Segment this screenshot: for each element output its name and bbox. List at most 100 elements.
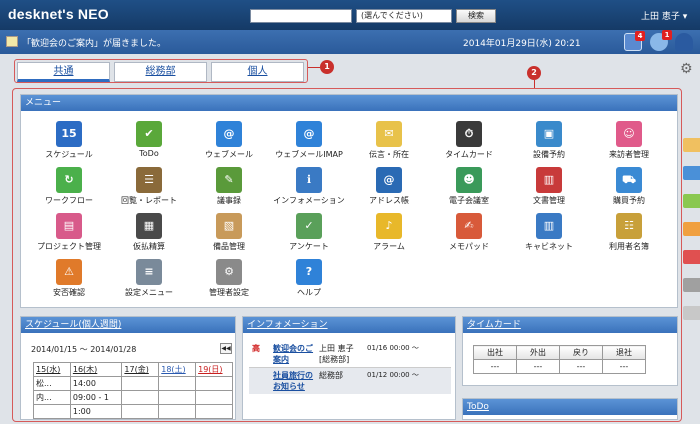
user-menu[interactable]: 上田 恵子 ▾ <box>641 9 687 22</box>
search-input[interactable] <box>250 9 352 23</box>
tab-common[interactable]: 共通 <box>17 62 110 82</box>
report-icon: ☰ <box>136 167 162 193</box>
menu-item[interactable]: ♪ アラーム <box>347 213 431 252</box>
schedule-cell[interactable]: 内... <box>33 390 71 405</box>
menu-item[interactable]: ☺ 来訪者管理 <box>587 121 671 160</box>
menu-item[interactable]: ⚙ 管理者設定 <box>187 259 271 298</box>
go-out-time: --- <box>516 359 560 374</box>
tab-general-affairs[interactable]: 総務部 <box>114 62 207 82</box>
gear-icon[interactable]: ⚙ <box>680 61 693 77</box>
clock-in-button[interactable]: 出社 <box>473 345 517 360</box>
menu-item[interactable]: ✔ ToDo <box>107 121 191 158</box>
return-time: --- <box>559 359 603 374</box>
schedule-cell[interactable] <box>158 376 197 391</box>
day-header[interactable]: 19(日) <box>195 362 233 377</box>
menu-item[interactable]: ↻ ワークフロー <box>27 167 111 206</box>
menu-item[interactable]: ▥ キャビネット <box>507 213 591 252</box>
go-out-button[interactable]: 外出 <box>516 345 560 360</box>
search-scope-select[interactable]: (選んでください) <box>356 9 452 23</box>
schedule-cell[interactable] <box>121 390 160 405</box>
information-item-title[interactable]: 歓迎会のご案内 <box>270 341 316 368</box>
menu-item[interactable]: ☰ 回覧・レポート <box>107 167 191 206</box>
menu-item[interactable]: ✎ 議事録 <box>187 167 271 206</box>
notification-badge: 4 <box>635 31 645 41</box>
todo-title[interactable]: ToDo <box>463 399 677 415</box>
chat-icon[interactable]: 1 <box>650 30 672 51</box>
menu-item[interactable]: ▤ プロジェクト管理 <box>27 213 111 252</box>
menu-item[interactable]: 15 スケジュール <box>27 121 111 160</box>
menu-item[interactable]: ▦ 仮払精算 <box>107 213 191 252</box>
tab-personal[interactable]: 個人 <box>211 62 304 82</box>
menu-item[interactable]: ⛟ 購買予約 <box>587 167 671 206</box>
menu-item-label: 電子会議室 <box>449 196 489 205</box>
schedule-cell[interactable]: 松... <box>33 376 71 391</box>
timecard-title[interactable]: タイムカード <box>463 317 677 333</box>
menu-item[interactable]: ℹ インフォメーション <box>267 167 351 206</box>
menu-item[interactable]: @ ウェブメールIMAP <box>267 121 351 160</box>
day-header[interactable]: 18(土) <box>158 362 197 377</box>
search-button[interactable]: 検索 <box>456 9 496 23</box>
schedule-prev-button[interactable]: ◀◀ <box>220 343 232 354</box>
menu-item-label: ワークフロー <box>45 196 93 205</box>
menu-item[interactable]: ? ヘルプ <box>267 259 351 298</box>
side-shortcut[interactable] <box>683 166 700 180</box>
menu-item[interactable]: ☷ 利用者名簿 <box>587 213 671 252</box>
menu-item-label: アドレス帳 <box>369 196 409 205</box>
schedule-cell[interactable] <box>33 404 71 419</box>
priority-badge <box>249 368 270 395</box>
side-shortcut[interactable] <box>683 138 700 152</box>
side-shortcut[interactable] <box>683 250 700 264</box>
day-header[interactable]: 16(木) <box>69 362 123 377</box>
schedule-cell[interactable] <box>158 404 197 419</box>
day-header[interactable]: 17(金) <box>121 362 160 377</box>
menu-item[interactable]: ▣ 設備予約 <box>507 121 591 160</box>
menu-item[interactable]: ▧ 備品管理 <box>187 213 271 252</box>
side-shortcut[interactable] <box>683 278 700 292</box>
menu-item[interactable]: ▥ 文書管理 <box>507 167 591 206</box>
menu-item[interactable]: @ ウェブメール <box>187 121 271 160</box>
schedule-cell[interactable]: 1:00 <box>69 404 123 419</box>
schedule-cell[interactable] <box>195 390 233 405</box>
schedule-cell[interactable]: 09:00 - 1 <box>69 390 123 405</box>
schedule-cell[interactable] <box>121 404 160 419</box>
clock-out-button[interactable]: 退社 <box>602 345 646 360</box>
side-shortcut[interactable] <box>683 222 700 236</box>
menu-item[interactable]: ≡ 設定メニュー <box>107 259 191 298</box>
menu-item[interactable]: ✍ メモパッド <box>427 213 511 252</box>
timecard-panel: タイムカード 出社 外出 戻り 退社 --- --- --- --- <box>462 316 678 386</box>
schedule-cell[interactable] <box>195 404 233 419</box>
schedule-cell[interactable] <box>195 376 233 391</box>
information-item-title[interactable]: 社員旅行のお知らせ <box>270 368 316 395</box>
day-header[interactable]: 15(水) <box>33 362 71 377</box>
menu-item-label: 文書管理 <box>533 196 565 205</box>
schedule-cell[interactable]: 14:00 <box>69 376 123 391</box>
document-icon: ▥ <box>536 167 562 193</box>
schedule-title[interactable]: スケジュール(個人週間) <box>21 317 235 333</box>
menu-item[interactable]: ⚠ 安否確認 <box>27 259 111 298</box>
survey-icon: ✓ <box>296 213 322 239</box>
schedule-cell[interactable] <box>158 390 197 405</box>
menu-item[interactable]: ☻ 電子会議室 <box>427 167 511 206</box>
schedule-panel: スケジュール(個人週間) 2014/01/15 〜 2014/01/28 ◀◀ … <box>20 316 236 420</box>
clock-in-time: --- <box>473 359 517 374</box>
information-row: 社員旅行のお知らせ 総務部 01/12 00:00 〜 <box>249 367 451 395</box>
person-icon[interactable] <box>675 33 693 51</box>
priority-badge: 高 <box>252 344 260 353</box>
side-shortcut[interactable] <box>683 306 700 320</box>
menu-item[interactable]: ✓ アンケート <box>267 213 351 252</box>
clock-out-time: --- <box>602 359 646 374</box>
menu-item-label: 管理者設定 <box>209 288 249 297</box>
return-button[interactable]: 戻り <box>559 345 603 360</box>
minutes-icon: ✎ <box>216 167 242 193</box>
menu-item[interactable]: @ アドレス帳 <box>347 167 431 206</box>
notice-message[interactable]: 「歓迎会のご案内」が届きました。 <box>22 36 166 49</box>
address-icon: @ <box>376 167 402 193</box>
menu-item-label: タイムカード <box>445 150 493 159</box>
schedule-cell[interactable] <box>121 376 160 391</box>
information-title[interactable]: インフォメーション <box>243 317 455 333</box>
side-shortcut[interactable] <box>683 194 700 208</box>
menu-item[interactable]: ⏱ タイムカード <box>427 121 511 160</box>
menu-item[interactable]: ✉ 伝言・所在 <box>347 121 431 160</box>
safety-icon: ⚠ <box>56 259 82 285</box>
notification-icon[interactable]: 4 <box>624 31 645 51</box>
